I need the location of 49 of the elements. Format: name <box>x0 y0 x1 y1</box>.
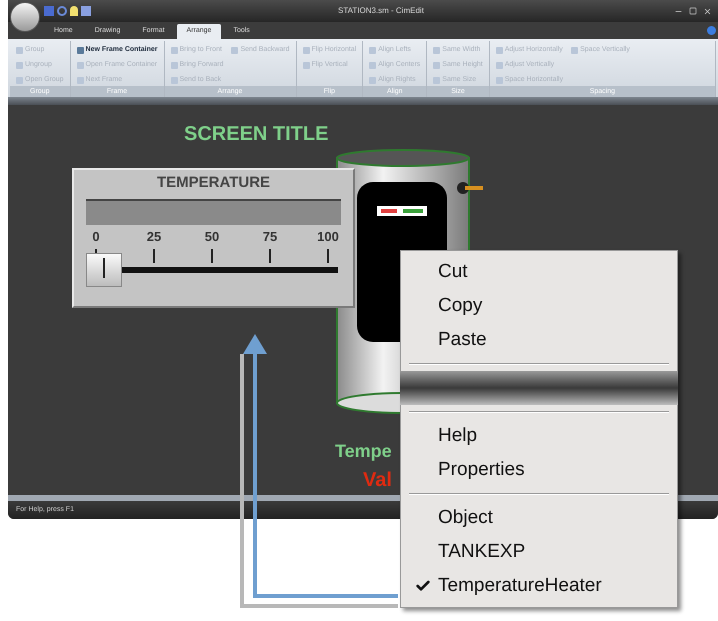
tool-icon <box>433 62 440 68</box>
tool-icon <box>571 46 578 54</box>
tool-icon <box>16 76 23 84</box>
menu-item[interactable]: Paste <box>401 323 677 357</box>
tool-icon <box>369 46 376 54</box>
scale-label: 75 <box>262 228 278 246</box>
help-icon[interactable] <box>707 26 716 35</box>
scale-label: 50 <box>204 228 220 246</box>
screen-title: SCREEN TITLE <box>184 122 328 147</box>
menu-item[interactable]: Properties <box>401 453 677 487</box>
tool-icon <box>369 62 376 68</box>
tool-icon <box>16 46 23 54</box>
tick-mark <box>211 248 213 262</box>
tool-icon <box>16 62 23 68</box>
panel-title: TEMPERATURE <box>156 173 270 193</box>
scale-label: 100 <box>317 228 339 246</box>
tool-icon <box>302 62 310 68</box>
menu-item[interactable]: Cut <box>401 255 677 289</box>
maximize-icon[interactable] <box>689 6 697 14</box>
slider-thumb[interactable] <box>86 252 122 286</box>
scale-label: 25 <box>146 228 162 246</box>
tool-icon <box>496 62 503 68</box>
scale-label: 0 <box>92 228 100 246</box>
menu-item[interactable]: TANKEXP <box>401 535 677 569</box>
tool-icon <box>496 46 503 54</box>
tank-label: Tempe <box>335 440 392 463</box>
tool-icon <box>76 62 84 68</box>
value-label: Val <box>363 468 392 493</box>
tool-icon <box>170 46 178 54</box>
tool-icon <box>433 46 440 54</box>
tool-icon <box>302 46 310 54</box>
tool-icon <box>369 76 376 84</box>
menu-item[interactable]: Object <box>401 501 677 535</box>
tool-icon <box>170 76 178 84</box>
menu-item[interactable]: Copy <box>401 289 677 323</box>
close-icon[interactable] <box>703 6 712 16</box>
window-title: STATION3.sm - CimEdit <box>338 5 424 17</box>
tool-icon <box>170 62 178 68</box>
tool-icon <box>433 76 440 84</box>
tick-mark <box>153 248 155 262</box>
tool-icon <box>496 76 503 84</box>
menu-item[interactable]: Help <box>401 419 677 453</box>
menu-item[interactable]: TemperatureHeater <box>401 569 677 603</box>
tool-icon <box>231 46 238 54</box>
app-menu-icon[interactable] <box>10 2 40 32</box>
tool-icon <box>76 46 84 54</box>
tick-mark <box>327 248 329 262</box>
tool-icon <box>76 76 84 84</box>
tick-mark <box>269 248 271 262</box>
